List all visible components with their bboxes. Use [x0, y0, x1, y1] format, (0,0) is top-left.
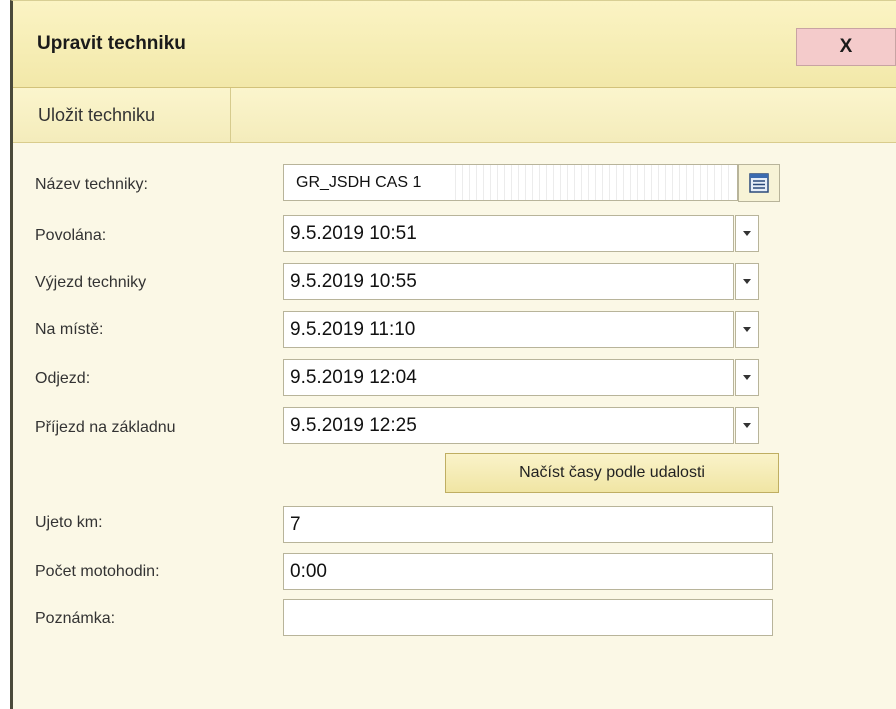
km-label: Ujeto km:: [35, 514, 103, 531]
leave-dropdown-button[interactable]: [735, 359, 759, 396]
chevron-down-icon: [743, 231, 751, 236]
called-datetime-input[interactable]: 9.5.2019 10:51: [283, 215, 734, 252]
return-label: Příjezd na základnu: [35, 419, 176, 436]
km-input[interactable]: 7: [283, 506, 773, 543]
chevron-down-icon: [743, 279, 751, 284]
list-icon: [749, 173, 769, 193]
on-site-datetime-input[interactable]: 9.5.2019 11:10: [283, 311, 734, 348]
on-site-label: Na místě:: [35, 321, 104, 338]
chevron-down-icon: [743, 327, 751, 332]
leave-label: Odjezd:: [35, 370, 91, 387]
name-label: Název techniky:: [35, 176, 148, 193]
dialog-titlebar: Upravit techniku X: [13, 1, 896, 88]
name-field[interactable]: GR_JSDH CAS 1: [283, 164, 738, 201]
vehicle-picker-button[interactable]: [738, 164, 780, 202]
chevron-down-icon: [743, 423, 751, 428]
chevron-down-icon: [743, 375, 751, 380]
note-label: Poznámka:: [35, 610, 116, 627]
called-dropdown-button[interactable]: [735, 215, 759, 252]
save-vehicle-button[interactable]: Uložit techniku: [13, 88, 231, 142]
called-label: Povolána:: [35, 227, 107, 244]
toolbar: Uložit techniku: [13, 88, 896, 143]
departure-label: Výjezd techniky: [35, 274, 147, 291]
leave-datetime-input[interactable]: 9.5.2019 12:04: [283, 359, 734, 396]
dialog-title: Upravit techniku: [37, 33, 186, 54]
return-datetime-input[interactable]: 9.5.2019 12:25: [283, 407, 734, 444]
load-times-button[interactable]: Načíst časy podle udalosti: [445, 453, 779, 493]
close-button[interactable]: X: [796, 28, 896, 66]
departure-dropdown-button[interactable]: [735, 263, 759, 300]
edit-vehicle-dialog: Upravit techniku X Uložit techniku Název…: [10, 0, 896, 709]
engine-hours-input[interactable]: 0:00: [283, 553, 773, 590]
on-site-dropdown-button[interactable]: [735, 311, 759, 348]
note-input[interactable]: [283, 599, 773, 636]
return-dropdown-button[interactable]: [735, 407, 759, 444]
departure-datetime-input[interactable]: 9.5.2019 10:55: [283, 263, 734, 300]
engine-hours-label: Počet motohodin:: [35, 563, 160, 580]
